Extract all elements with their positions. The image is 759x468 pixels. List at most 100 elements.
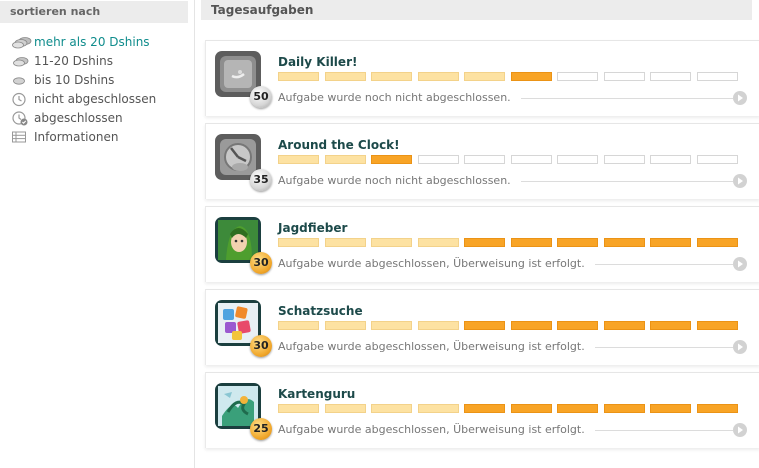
task-status: Aufgabe wurde noch nicht abgeschlossen. [278,91,511,104]
reward-badge: 30 [250,252,272,274]
progress-segment [325,404,366,413]
progress-segment [604,72,645,81]
play-button[interactable] [733,257,747,271]
progress-segment [604,321,645,330]
task-title: Kartenguru [278,387,356,401]
progress-segment [697,404,738,413]
progress-segment [697,72,738,81]
task-title: Daily Killer! [278,55,358,69]
progress-segment [278,72,319,81]
reward-badge: 30 [250,335,272,357]
task-icon-wrap: 35 [215,134,272,191]
play-button[interactable] [733,340,747,354]
progress-segment [511,72,552,81]
divider [595,430,733,431]
task-card[interactable]: 30 Schatzsuche Aufgabe wurde abgeschloss… [205,289,759,365]
progress-segment [464,404,505,413]
progress-segment [650,404,691,413]
divider [521,181,733,182]
progress-bar [278,238,746,247]
progress-segment [511,321,552,330]
progress-segment [371,238,412,247]
play-button[interactable] [733,174,747,188]
progress-bar [278,72,746,81]
task-icon-wrap: 30 [215,217,272,274]
progress-segment [464,155,505,164]
progress-segment [278,321,319,330]
task-status: Aufgabe wurde abgeschlossen, Überweisung… [278,340,585,353]
progress-segment [511,404,552,413]
filter-label: Informationen [34,130,119,144]
clock-icon [12,90,34,109]
play-icon [738,343,743,351]
task-status: Aufgabe wurde abgeschlossen, Überweisung… [278,257,585,270]
filter-label: bis 10 Dshins [34,73,115,87]
progress-segment [604,155,645,164]
progress-segment [557,238,598,247]
progress-segment [650,321,691,330]
task-icon-wrap: 30 [215,300,272,357]
reward-badge: 35 [250,169,272,191]
play-icon [738,260,743,268]
progress-segment [650,72,691,81]
divider [521,98,733,99]
progress-segment [325,238,366,247]
filter-information[interactable]: Informationen [12,128,156,147]
filter-completed[interactable]: abgeschlossen [12,109,156,128]
progress-segment [697,321,738,330]
divider [595,347,733,348]
progress-segment [650,155,691,164]
progress-segment [371,72,412,81]
play-icon [738,177,743,185]
play-button[interactable] [733,91,747,105]
clock-check-icon [12,109,34,128]
progress-segment [278,155,319,164]
progress-segment [557,72,598,81]
progress-segment [557,321,598,330]
progress-bar [278,404,746,413]
coin-stack-medium-icon [12,52,34,71]
filter-11-20[interactable]: 11-20 Dshins [12,52,156,71]
progress-bar [278,321,746,330]
progress-segment [371,321,412,330]
filter-more-than-20[interactable]: mehr als 20 Dshins [12,33,156,52]
progress-segment [278,238,319,247]
progress-segment [604,238,645,247]
progress-segment [418,155,459,164]
progress-segment [697,155,738,164]
task-title: Jagdfieber [278,221,348,235]
progress-segment [325,72,366,81]
progress-segment [464,321,505,330]
list-icon [12,128,34,147]
task-title: Schatzsuche [278,304,363,318]
page-title: Tagesaufgaben [201,0,752,20]
reward-badge: 25 [250,418,272,440]
progress-segment [604,404,645,413]
progress-segment [650,238,691,247]
progress-segment [418,72,459,81]
progress-segment [371,404,412,413]
filter-label: abgeschlossen [34,111,123,125]
task-card[interactable]: 30 Jagdfieber Aufgabe wurde abgeschlosse… [205,206,759,282]
task-card[interactable]: 50 Daily Killer! Aufgabe wurde noch nich… [205,40,759,116]
play-icon [738,426,743,434]
task-card[interactable]: 25 Kartenguru Aufgabe wurde abgeschlosse… [205,372,759,448]
filter-up-to-10[interactable]: bis 10 Dshins [12,71,156,90]
task-icon-wrap: 50 [215,51,272,108]
task-status: Aufgabe wurde abgeschlossen, Überweisung… [278,423,585,436]
progress-segment [418,238,459,247]
filter-list: mehr als 20 Dshins 11-20 Dshins bis 10 D… [12,33,156,147]
filter-label: nicht abgeschlossen [34,92,157,106]
filter-not-completed[interactable]: nicht abgeschlossen [12,90,156,109]
progress-bar [278,155,746,164]
task-card[interactable]: 35 Around the Clock! Aufgabe wurde noch … [205,123,759,199]
divider [595,264,733,265]
progress-segment [418,321,459,330]
filter-label: mehr als 20 Dshins [34,35,150,49]
reward-badge: 50 [250,86,272,108]
progress-segment [325,321,366,330]
sidebar-title: sortieren nach [0,1,188,23]
progress-segment [557,155,598,164]
play-button[interactable] [733,423,747,437]
task-status: Aufgabe wurde noch nicht abgeschlossen. [278,174,511,187]
